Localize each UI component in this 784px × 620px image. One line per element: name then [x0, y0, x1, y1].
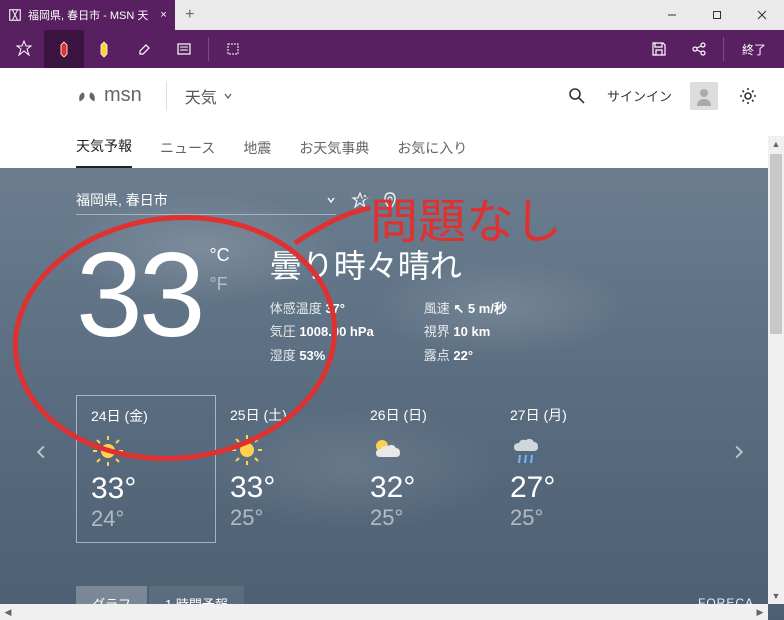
forecast-low: 24° [91, 506, 201, 532]
forecast-next-button[interactable] [724, 445, 754, 459]
msn-logo[interactable]: msn [76, 84, 142, 107]
weather-sunny-icon [230, 433, 264, 467]
forecast-card-0[interactable]: 24日 (金) 33°24° [76, 395, 216, 543]
detail-row: 湿度 53% [270, 344, 374, 367]
scroll-down-arrow[interactable]: ▼ [768, 588, 784, 604]
browser-tab[interactable]: 福岡県, 春日市 - MSN 天 × [0, 0, 175, 30]
forecast-date: 27日 (月) [510, 405, 622, 425]
msn-brand-text: msn [104, 84, 142, 107]
forecast-low: 25° [230, 505, 342, 531]
scroll-left-arrow[interactable]: ◀ [0, 604, 16, 620]
msn-section-dropdown[interactable]: 天気 [166, 81, 233, 111]
detail-row: 露点 22° [424, 344, 507, 367]
nav-tab-0[interactable]: 天気予報 [76, 136, 132, 168]
forecast-date: 25日 (土) [230, 405, 342, 425]
forecast-card-3[interactable]: 27日 (月) 27°25° [496, 395, 636, 543]
window-maximize-button[interactable] [694, 0, 739, 30]
forecast-date: 26日 (日) [370, 405, 482, 425]
settings-button[interactable] [736, 84, 760, 108]
save-button[interactable] [639, 30, 679, 68]
pen-tool-button[interactable] [44, 30, 84, 68]
forecast-high: 32° [370, 471, 482, 505]
window-close-button[interactable] [739, 0, 784, 30]
window-controls [649, 0, 784, 30]
eraser-tool-button[interactable] [124, 30, 164, 68]
note-tool-button[interactable] [164, 30, 204, 68]
location-pin-icon[interactable] [380, 191, 400, 211]
location-select[interactable]: 福岡県, 春日市 [76, 186, 336, 215]
detail-row: 体感温度 37° [270, 297, 374, 320]
nav-tabs: 天気予報ニュース地震お天気事典お気に入り [0, 124, 784, 168]
nav-tab-1[interactable]: ニュース [160, 138, 215, 168]
chevron-down-icon [223, 91, 233, 101]
page-content: msn 天気 サインイン 天気予報ニュース地震お天気事典お気に入り 福岡県, 春… [0, 68, 784, 620]
unit-fahrenheit[interactable]: °F [209, 274, 229, 295]
exit-webnote-button[interactable]: 終了 [728, 41, 780, 58]
window-minimize-button[interactable] [649, 0, 694, 30]
forecast-low: 25° [370, 505, 482, 531]
cursor-tool-button[interactable] [4, 30, 44, 68]
weather-cloudy-icon [370, 433, 404, 467]
forecast-high: 33° [230, 471, 342, 505]
forecast-high: 27° [510, 471, 622, 505]
tab-close-icon[interactable]: × [160, 9, 166, 21]
detail-row: 風速 ↖ 5 m/秒 [424, 297, 507, 320]
forecast-card-1[interactable]: 25日 (土) 33°25° [216, 395, 356, 543]
forecast-card-2[interactable]: 26日 (日) 32°25° [356, 395, 496, 543]
chevron-down-icon [326, 195, 336, 205]
weather-hero: 福岡県, 春日市 33 °C °F 曇り時々晴れ 体感温度 37°気圧 1008… [0, 168, 784, 620]
current-temp: 33 [76, 235, 201, 367]
nav-tab-3[interactable]: お天気事典 [299, 138, 369, 168]
detail-row: 気圧 1008.00 hPa [270, 320, 374, 343]
share-button[interactable] [679, 30, 719, 68]
toolbar-separator [208, 37, 209, 61]
favorite-add-icon[interactable] [350, 191, 370, 211]
annotation-toolbar: 終了 [0, 30, 784, 68]
msn-header: msn 天気 サインイン [0, 68, 784, 124]
nav-tab-4[interactable]: お気に入り [397, 138, 467, 168]
forecast-date: 24日 (金) [91, 406, 201, 426]
clip-tool-button[interactable] [213, 30, 253, 68]
signin-link[interactable]: サインイン [607, 86, 672, 105]
unit-celsius[interactable]: °C [209, 245, 229, 266]
highlighter-tool-button[interactable] [84, 30, 124, 68]
search-button[interactable] [565, 84, 589, 108]
forecast-low: 25° [510, 505, 622, 531]
vertical-scrollbar[interactable]: ▲ ▼ [768, 136, 784, 604]
scrollbar-thumb[interactable] [770, 154, 782, 334]
window-titlebar: 福岡県, 春日市 - MSN 天 × + [0, 0, 784, 30]
condition-text: 曇り時々晴れ [270, 241, 507, 287]
detail-row: 視界 10 km [424, 320, 507, 343]
new-tab-button[interactable]: + [175, 0, 205, 30]
forecast-high: 33° [91, 472, 201, 506]
scroll-right-arrow[interactable]: ▶ [752, 604, 768, 620]
location-name: 福岡県, 春日市 [76, 190, 168, 210]
weather-rain-icon [510, 433, 544, 467]
page-icon [8, 8, 22, 22]
toolbar-separator [723, 37, 724, 61]
horizontal-scrollbar[interactable]: ◀ ▶ [0, 604, 768, 620]
avatar[interactable] [690, 82, 718, 110]
forecast-prev-button[interactable] [26, 445, 56, 459]
weather-sunny-icon [91, 434, 125, 468]
msn-section-label: 天気 [185, 84, 217, 108]
nav-tab-2[interactable]: 地震 [243, 138, 271, 168]
tab-title: 福岡県, 春日市 - MSN 天 [28, 7, 148, 23]
scroll-up-arrow[interactable]: ▲ [768, 136, 784, 152]
forecast-row: 24日 (金)33°24°25日 (土)33°25°26日 (日)32°25°2… [76, 395, 784, 543]
